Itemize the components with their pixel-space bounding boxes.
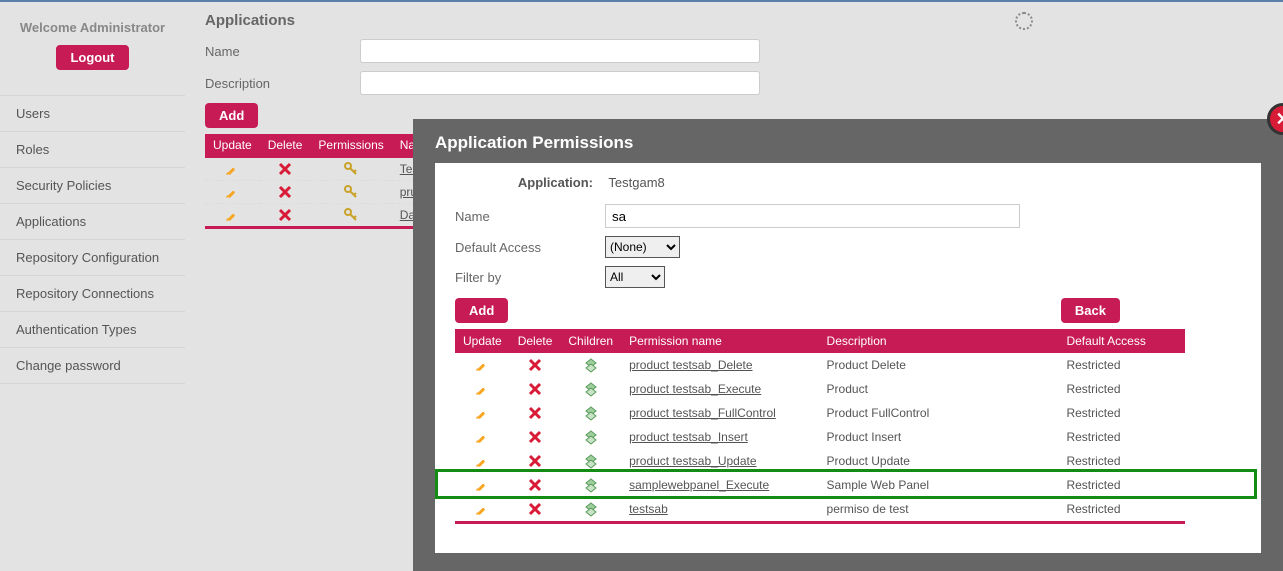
- permission-name-link[interactable]: testsab: [629, 502, 668, 516]
- delete-icon[interactable]: [510, 353, 561, 377]
- permission-access: Restricted: [1058, 473, 1185, 497]
- edit-icon[interactable]: [205, 204, 260, 228]
- delete-icon[interactable]: [510, 377, 561, 401]
- table-row: product testsab_Execute ProductRestricted: [455, 377, 1185, 401]
- permissions-icon[interactable]: [310, 157, 391, 181]
- nav-item[interactable]: Users: [0, 95, 185, 132]
- welcome-text: Welcome Administrator: [0, 20, 185, 35]
- modal-title: Application Permissions: [413, 119, 1283, 163]
- permission-description: Product Update: [819, 449, 1059, 473]
- edit-icon[interactable]: [455, 449, 510, 473]
- column-header: Update: [205, 134, 260, 157]
- column-header: Default Access: [1058, 329, 1185, 353]
- permission-name-link[interactable]: product testsab_Execute: [629, 382, 761, 396]
- permission-access: Restricted: [1058, 449, 1185, 473]
- edit-icon[interactable]: [455, 377, 510, 401]
- app-name-input[interactable]: [360, 39, 760, 63]
- description-label: Description: [205, 76, 360, 91]
- permission-access: Restricted: [1058, 377, 1185, 401]
- permission-name-link[interactable]: product testsab_FullControl: [629, 406, 776, 420]
- delete-icon[interactable]: [510, 473, 561, 497]
- modal-application-label: Application:: [455, 175, 605, 190]
- column-header: Permission name: [621, 329, 818, 353]
- column-header: Children: [560, 329, 621, 353]
- permission-name-link[interactable]: product testsab_Update: [629, 454, 756, 468]
- nav-item[interactable]: Repository Configuration: [0, 240, 185, 276]
- column-header: Update: [455, 329, 510, 353]
- edit-icon[interactable]: [455, 353, 510, 377]
- delete-icon[interactable]: [510, 425, 561, 449]
- children-icon[interactable]: [560, 377, 621, 401]
- table-row: testsab permiso de testRestricted: [455, 497, 1185, 521]
- permission-name-link[interactable]: samplewebpanel_Execute: [629, 478, 769, 492]
- children-icon[interactable]: [560, 497, 621, 521]
- nav-item[interactable]: Repository Connections: [0, 276, 185, 312]
- table-row: product testsab_FullControl Product FullC…: [455, 401, 1185, 425]
- children-icon[interactable]: [560, 401, 621, 425]
- permission-access: Restricted: [1058, 497, 1185, 521]
- modal-add-button[interactable]: Add: [455, 298, 508, 323]
- column-header: Delete: [510, 329, 561, 353]
- table-row: product testsab_Update Product UpdateRest…: [455, 449, 1185, 473]
- permission-description: Product Insert: [819, 425, 1059, 449]
- delete-icon[interactable]: [260, 157, 311, 181]
- nav-item[interactable]: Roles: [0, 132, 185, 168]
- permission-access: Restricted: [1058, 425, 1185, 449]
- delete-icon[interactable]: [510, 449, 561, 473]
- delete-icon[interactable]: [510, 401, 561, 425]
- modal-access-label: Default Access: [455, 240, 605, 255]
- name-label: Name: [205, 44, 360, 59]
- modal-name-input[interactable]: [605, 204, 1020, 228]
- modal-name-label: Name: [455, 209, 605, 224]
- delete-icon[interactable]: [260, 204, 311, 228]
- children-icon[interactable]: [560, 473, 621, 497]
- table-row: product testsab_Insert Product InsertRest…: [455, 425, 1185, 449]
- table-row: product testsab_Delete Product DeleteRest…: [455, 353, 1185, 377]
- children-icon[interactable]: [560, 425, 621, 449]
- children-icon[interactable]: [560, 449, 621, 473]
- nav-item[interactable]: Change password: [0, 348, 185, 384]
- modal-back-button[interactable]: Back: [1061, 298, 1120, 323]
- children-icon[interactable]: [560, 353, 621, 377]
- modal-application-value: Testgam8: [608, 175, 664, 190]
- permission-description: Product FullControl: [819, 401, 1059, 425]
- page-title: Applications: [205, 12, 1263, 29]
- nav-item[interactable]: Authentication Types: [0, 312, 185, 348]
- filter-by-select[interactable]: All: [605, 266, 665, 288]
- permissions-table: UpdateDeleteChildrenPermission nameDescr…: [455, 329, 1185, 521]
- column-header: Delete: [260, 134, 311, 157]
- delete-icon[interactable]: [510, 497, 561, 521]
- edit-icon[interactable]: [455, 401, 510, 425]
- table-row: samplewebpanel_Execute Sample Web PanelRe…: [455, 473, 1185, 497]
- permission-access: Restricted: [1058, 401, 1185, 425]
- nav-item[interactable]: Security Policies: [0, 168, 185, 204]
- app-description-input[interactable]: [360, 71, 760, 95]
- edit-icon[interactable]: [205, 181, 260, 204]
- permissions-modal: ✕ Application Permissions Application: T…: [413, 119, 1283, 571]
- permission-description: Product Delete: [819, 353, 1059, 377]
- permission-name-link[interactable]: product testsab_Insert: [629, 430, 748, 444]
- permission-description: Sample Web Panel: [819, 473, 1059, 497]
- edit-icon[interactable]: [455, 473, 510, 497]
- nav-item[interactable]: Applications: [0, 204, 185, 240]
- permission-description: Product: [819, 377, 1059, 401]
- default-access-select[interactable]: (None): [605, 236, 680, 258]
- add-application-button[interactable]: Add: [205, 103, 258, 128]
- column-header: Description: [819, 329, 1059, 353]
- permission-name-link[interactable]: product testsab_Delete: [629, 358, 752, 372]
- delete-icon[interactable]: [260, 181, 311, 204]
- loading-spinner-icon: [1015, 12, 1033, 30]
- permissions-icon[interactable]: [310, 181, 391, 204]
- permission-description: permiso de test: [819, 497, 1059, 521]
- logout-button[interactable]: Logout: [56, 45, 128, 70]
- modal-filter-label: Filter by: [455, 270, 605, 285]
- sidebar: Welcome Administrator Logout UsersRolesS…: [0, 2, 185, 569]
- edit-icon[interactable]: [455, 425, 510, 449]
- permission-access: Restricted: [1058, 353, 1185, 377]
- column-header: Permissions: [310, 134, 391, 157]
- edit-icon[interactable]: [455, 497, 510, 521]
- edit-icon[interactable]: [205, 157, 260, 181]
- permissions-icon[interactable]: [310, 204, 391, 228]
